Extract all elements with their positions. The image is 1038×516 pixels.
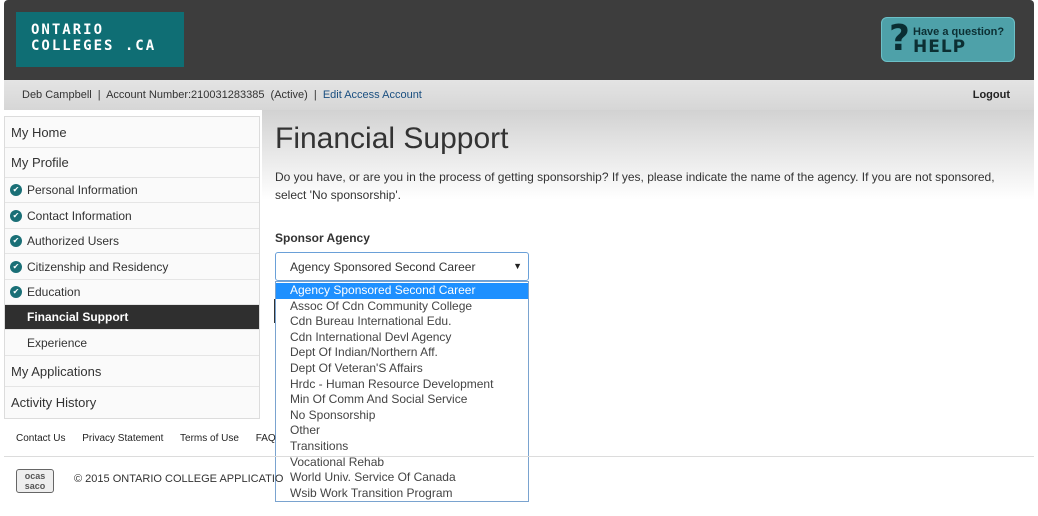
- sidebar-item-my-home[interactable]: My Home: [5, 117, 259, 148]
- account-bar: Deb Campbell | Account Number:2100312833…: [4, 80, 1034, 110]
- dropdown-option[interactable]: Cdn Bureau International Edu.: [276, 314, 528, 330]
- check-circle-icon: ✔: [10, 184, 22, 196]
- page-description: Do you have, or are you in the process o…: [275, 170, 995, 202]
- sidebar-item-education[interactable]: ✔ Education: [5, 280, 259, 305]
- footer-link-contact[interactable]: Contact Us: [16, 433, 65, 444]
- dropdown-arrow-icon: ▼: [513, 261, 522, 271]
- check-circle-icon: ✔: [10, 235, 22, 247]
- sidebar-item-contact-information[interactable]: ✔ Contact Information: [5, 203, 259, 229]
- sidebar-item-experience[interactable]: Experience: [5, 330, 259, 356]
- account-status: (Active): [270, 89, 308, 101]
- sidebar-item-financial-support[interactable]: Financial Support: [5, 305, 259, 330]
- sidebar-item-label: Activity History: [11, 395, 97, 410]
- edit-access-account-link[interactable]: Edit Access Account: [323, 89, 422, 101]
- sidebar-item-label: Financial Support: [27, 310, 129, 324]
- account-info: Deb Campbell | Account Number:2100312833…: [22, 89, 425, 101]
- logout-link[interactable]: Logout: [973, 89, 1010, 101]
- dropdown-option[interactable]: Assoc Of Cdn Community College: [276, 299, 528, 315]
- sidebar-item-label: My Home: [11, 125, 67, 140]
- sidebar-item-label: My Applications: [11, 364, 102, 379]
- separator: |: [313, 89, 317, 101]
- dropdown-option[interactable]: Cdn International Devl Agency: [276, 330, 528, 346]
- question-mark-icon: ?: [889, 18, 910, 59]
- user-name: Deb Campbell: [22, 89, 92, 101]
- logo-line-1: ONTARIO: [31, 22, 105, 38]
- check-circle-icon: ✔: [10, 209, 22, 222]
- dropdown-option[interactable]: Transitions: [276, 439, 528, 455]
- sidebar-item-personal-information[interactable]: ✔ Personal Information: [5, 178, 259, 203]
- sidebar-item-label: Contact Information: [27, 209, 132, 223]
- dropdown-option[interactable]: Min Of Comm And Social Service: [276, 392, 528, 408]
- sidebar-item-activity-history[interactable]: Activity History: [5, 387, 259, 418]
- sponsor-agency-select[interactable]: Agency Sponsored Second Career ▼: [275, 252, 529, 281]
- ocas-logo: ocas saco: [16, 469, 54, 493]
- sidebar-item-my-profile[interactable]: My Profile: [5, 148, 259, 178]
- footer-links: Contact Us Privacy Statement Terms of Us…: [16, 433, 290, 444]
- check-circle-icon: ✔: [10, 260, 22, 273]
- dropdown-option[interactable]: Dept Of Indian/Northern Aff.: [276, 345, 528, 361]
- sidebar-nav: My Home My Profile ✔ Personal Information…: [4, 116, 260, 419]
- sidebar-item-label: Experience: [27, 336, 88, 350]
- select-value: Agency Sponsored Second Career: [290, 260, 476, 274]
- dropdown-option[interactable]: Hrdc - Human Resource Development: [276, 377, 528, 393]
- sidebar-item-label: Personal Information: [27, 183, 138, 197]
- dropdown-option[interactable]: World Univ. Service Of Canada: [276, 470, 528, 486]
- separator: |: [97, 89, 101, 101]
- footer-link-terms[interactable]: Terms of Use: [180, 433, 239, 444]
- sidebar-item-label: My Profile: [11, 155, 69, 170]
- dropdown-option[interactable]: No Sponsorship: [276, 408, 528, 424]
- sidebar-item-authorized-users[interactable]: ✔ Authorized Users: [5, 229, 259, 254]
- dropdown-option[interactable]: Dept Of Veteran'S Affairs: [276, 361, 528, 377]
- dropdown-option[interactable]: Other: [276, 423, 528, 439]
- footer-divider: [4, 456, 1034, 457]
- footer-link-privacy[interactable]: Privacy Statement: [82, 433, 163, 444]
- logo-line-2: COLLEGES .CA: [31, 38, 157, 54]
- page-title: Financial Support: [275, 122, 509, 155]
- footer-link-faq[interactable]: FAQ: [256, 433, 276, 444]
- help-button[interactable]: ? Have a question? HELP: [881, 17, 1015, 62]
- sidebar-item-label: Education: [27, 285, 81, 299]
- sponsor-agency-label: Sponsor Agency: [275, 231, 370, 245]
- sidebar-item-label: Citizenship and Residency: [27, 260, 169, 274]
- dropdown-option[interactable]: Wsib Work Transition Program: [276, 486, 528, 501]
- check-circle-icon: ✔: [10, 286, 22, 298]
- account-number: Account Number:210031283385: [106, 89, 265, 101]
- sponsor-agency-options: Agency Sponsored Second Career Assoc Of …: [275, 281, 529, 502]
- sidebar-item-label: Authorized Users: [27, 234, 120, 248]
- copyright-text: © 2015 ONTARIO COLLEGE APPLICATIO: [74, 473, 284, 485]
- sidebar-item-my-applications[interactable]: My Applications: [5, 356, 259, 387]
- ontario-colleges-logo[interactable]: ONTARIO COLLEGES .CA: [16, 12, 184, 67]
- dropdown-option[interactable]: Agency Sponsored Second Career: [276, 283, 528, 299]
- help-title: HELP: [913, 37, 967, 57]
- site-header: ONTARIO COLLEGES .CA ? Have a question? …: [4, 0, 1034, 80]
- sidebar-item-citizenship[interactable]: ✔ Citizenship and Residency: [5, 254, 259, 280]
